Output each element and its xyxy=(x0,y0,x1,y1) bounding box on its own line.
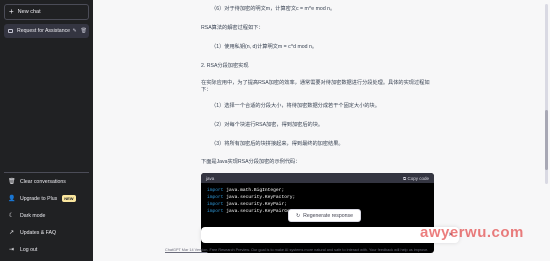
message-paragraph: （3）将所有加密后的块拼接起来，得到最终的加密结果。 xyxy=(211,141,344,147)
upgrade-to-plus-button[interactable]: 👤 Upgrade to Plus NEW xyxy=(4,192,89,205)
message-paragraph: （2）对每个块进行RSA加密，得到加密后的块。 xyxy=(211,122,324,128)
refresh-icon: ↻ xyxy=(295,212,301,219)
code-header: java ⧉ Copy code xyxy=(201,173,434,183)
code-keyword: import xyxy=(207,209,224,214)
copy-code-button[interactable]: ⧉ Copy code xyxy=(403,175,429,182)
trash-icon: 🗑 xyxy=(8,179,16,185)
logout-icon: ⇥ xyxy=(8,247,15,253)
new-badge: NEW xyxy=(62,195,76,202)
code-text: java.security.KeyFactory; xyxy=(223,195,296,200)
new-chat-button[interactable]: + New chat xyxy=(4,4,89,20)
message-heading: 2. RSA分段加密实现 xyxy=(201,63,249,69)
moon-icon: ☾ xyxy=(8,213,15,219)
code-keyword: import xyxy=(207,195,224,200)
sidebar-divider xyxy=(4,172,89,173)
message-paragraph: 在实际应用中，为了提高RSA加密的效率，通常需要对待加密数据进行分段处理。具体的… xyxy=(201,80,430,93)
regenerate-response-button[interactable]: ↻ Regenerate response xyxy=(288,209,361,222)
menu-label: Log out xyxy=(20,246,38,253)
footer-text: . Free Research Preview. Our goal is to … xyxy=(207,248,429,252)
code-line: import java.security.KeyPair; xyxy=(207,201,428,208)
user-icon: 👤 xyxy=(8,196,16,202)
log-out-button[interactable]: ⇥ Log out xyxy=(4,243,89,256)
code-keyword: import xyxy=(207,188,224,193)
regenerate-label: Regenerate response xyxy=(303,212,354,219)
message-paragraph: RSA算法的解密过程如下： xyxy=(201,25,264,31)
menu-label: Upgrade to Plus xyxy=(20,195,58,202)
sidebar-chat-item[interactable]: Request for Assistance ✎ 🗑 xyxy=(4,24,89,38)
menu-label: Updates & FAQ xyxy=(20,229,57,236)
message-paragraph: 下面是Java实现RSA分段加密的示例代码： xyxy=(201,159,301,165)
new-chat-label: New chat xyxy=(17,9,41,15)
copy-code-label: Copy code xyxy=(407,175,429,181)
code-text: java.security.KeyPair; xyxy=(223,202,287,207)
footer-disclaimer: ChatGPT Mar 14 Version. Free Research Pr… xyxy=(165,248,475,252)
chat-bubble-icon xyxy=(8,29,13,33)
code-line: import java.math.BigInteger; xyxy=(207,187,428,194)
external-link-icon: ↗ xyxy=(8,230,15,236)
clear-conversations-button[interactable]: 🗑 Clear conversations xyxy=(4,175,89,188)
message-paragraph: （6）对于待加密的明文m，计算密文c = m^e mod n。 xyxy=(211,6,336,12)
menu-label: Dark mode xyxy=(20,212,46,219)
updates-faq-link[interactable]: ↗ Updates & FAQ xyxy=(4,226,89,239)
plus-icon: + xyxy=(9,7,14,16)
code-language: java xyxy=(206,175,215,181)
edit-icon[interactable]: ✎ xyxy=(72,28,76,34)
code-line: import java.security.KeyFactory; xyxy=(207,194,428,201)
message-paragraph: （1）使用私钥(n, d)计算明文m = c^d mod n。 xyxy=(211,44,318,50)
scrollbar-thumb[interactable] xyxy=(545,110,548,170)
chat-main: （6）对于待加密的明文m，计算密文c = m^e mod n。 RSA算法的解密… xyxy=(93,0,550,261)
watermark: awyerwu.com xyxy=(420,224,524,241)
code-text: java.math.BigInteger; xyxy=(223,188,285,193)
code-keyword: import xyxy=(207,202,224,207)
menu-label: Clear conversations xyxy=(20,178,66,185)
chat-item-label: Request for Assistance xyxy=(17,28,71,34)
trash-icon[interactable]: 🗑 xyxy=(81,28,87,34)
dark-mode-button[interactable]: ☾ Dark mode xyxy=(4,209,89,222)
sidebar: + New chat Request for Assistance ✎ 🗑 🗑 … xyxy=(0,0,93,261)
message-paragraph: （1）选择一个合适的分段大小，将待加密数据分成若干个固定大小的块。 xyxy=(211,103,380,109)
version-link[interactable]: ChatGPT Mar 14 Version xyxy=(165,248,207,252)
